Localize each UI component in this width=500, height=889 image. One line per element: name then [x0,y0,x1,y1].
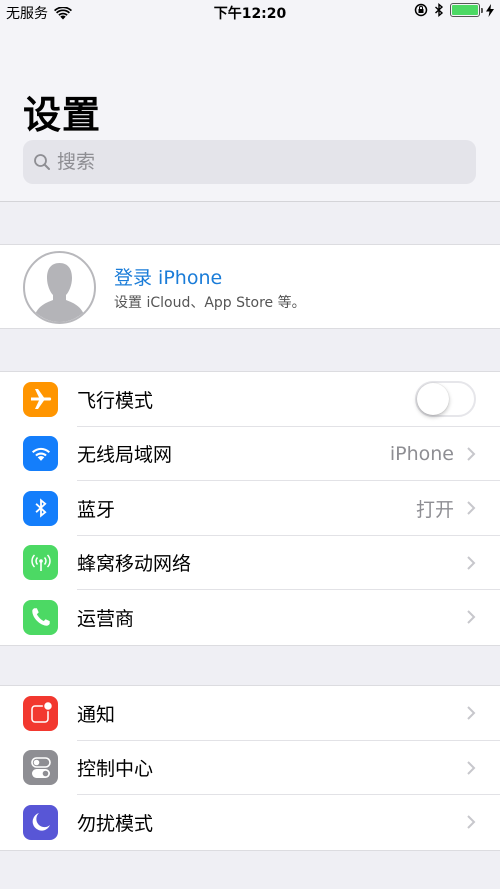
search-input[interactable] [57,151,437,173]
settings-row-do-not-disturb[interactable]: 勿扰模式 [0,795,500,850]
phone-icon [23,599,58,635]
settings-row-bluetooth[interactable]: 蓝牙 打开 [0,481,500,536]
settings-header: 设置 [0,24,500,202]
chevron-right-icon [467,815,476,829]
settings-row-control-center[interactable]: 控制中心 [0,741,500,795]
row-label: 控制中心 [77,758,154,781]
battery-level-fill [452,5,478,15]
system-group: 通知 控制中心 勿扰模式 [0,685,500,851]
page-title: 设置 [23,93,102,137]
sign-in-title[interactable]: 登录 iPhone [114,263,222,290]
status-bar: 无服务 下午12:20 [0,0,500,24]
row-label: 飞行模式 [77,389,154,412]
chevron-right-icon [467,556,476,570]
search-bar[interactable] [23,140,476,184]
search-icon [34,154,50,170]
settings-row-cellular[interactable]: 蜂窝移动网络 [0,536,500,590]
orientation-lock-icon [414,3,428,17]
notifications-icon [23,695,58,731]
moon-icon [23,804,58,840]
bluetooth-icon [23,490,58,526]
row-label: 通知 [77,703,116,726]
chevron-right-icon [467,761,476,775]
cellular-antenna-icon [23,545,58,581]
chevron-right-icon [467,501,476,515]
battery-icon [450,3,483,17]
row-value: iPhone [389,442,454,465]
row-label: 无线局域网 [77,444,173,467]
chevron-right-icon [467,610,476,624]
settings-row-notifications[interactable]: 通知 [0,686,500,741]
person-silhouette-icon [33,263,86,322]
row-value: 打开 [415,498,454,521]
settings-row-wifi[interactable]: 无线局域网 iPhone [0,427,500,481]
settings-row-airplane-mode[interactable]: 飞行模式 [0,372,500,427]
row-label: 运营商 [77,607,135,630]
toggle-knob [417,383,449,416]
bluetooth-icon [435,3,444,17]
airplane-icon [23,381,58,417]
chevron-right-icon [467,706,476,720]
row-label: 勿扰模式 [77,812,154,835]
avatar [23,251,96,324]
sign-in-row[interactable]: 登录 iPhone 设置 iCloud、App Store 等。 [0,244,500,329]
settings-row-carrier[interactable]: 运营商 [0,590,500,645]
control-center-icon [23,750,58,786]
connectivity-group: 飞行模式 无线局域网 iPhone 蓝牙 打开 蜂窝移动网络 运营商 [0,371,500,646]
sign-in-subtitle: 设置 iCloud、App Store 等。 [114,295,306,311]
row-label: 蜂窝移动网络 [77,553,192,576]
wifi-icon [23,436,58,472]
charging-icon [486,3,494,17]
row-label: 蓝牙 [77,498,116,521]
chevron-right-icon [467,447,476,461]
airplane-mode-toggle[interactable] [415,381,476,418]
